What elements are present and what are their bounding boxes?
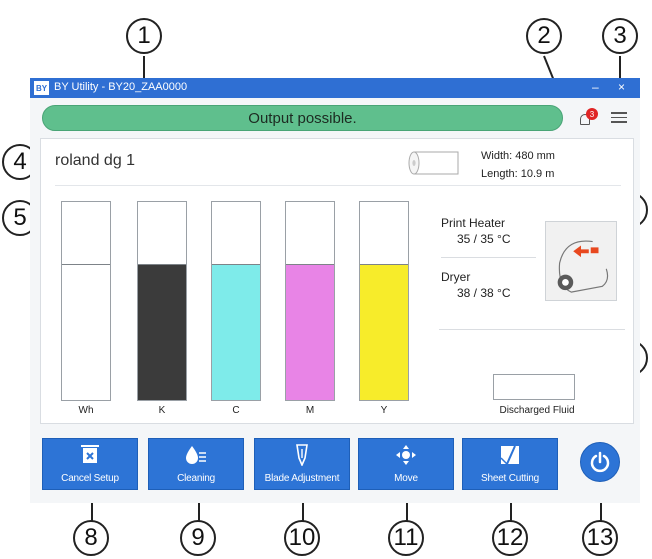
media-length: Length: 10.9 m xyxy=(481,168,555,180)
callout-13: 13 xyxy=(582,520,618,556)
sheet-cutting-icon xyxy=(463,444,557,466)
ink-level-fill xyxy=(360,264,408,400)
media-width: Width: 480 mm xyxy=(481,150,555,162)
dryer: Dryer 38 / 38 °C xyxy=(441,269,511,301)
button-label: Cleaning xyxy=(177,473,215,484)
ink-label: C xyxy=(232,405,240,416)
callout-3: 3 xyxy=(602,18,638,54)
ink-tank-c xyxy=(211,201,261,401)
heater-divider xyxy=(441,257,536,258)
button-label: Move xyxy=(394,473,418,484)
callout-11: 11 xyxy=(388,520,424,556)
notifications-button[interactable]: 3 xyxy=(575,108,598,130)
ink-tank-y xyxy=(359,201,409,401)
hamburger-menu-icon[interactable] xyxy=(611,112,627,124)
ink-label: M xyxy=(305,405,315,416)
discharged-fluid-label: Discharged Fluid xyxy=(499,405,575,416)
ink-level-fill xyxy=(62,264,110,400)
ink-tank-k xyxy=(137,201,187,401)
power-icon xyxy=(590,451,610,473)
ink-tank-m xyxy=(285,201,335,401)
discharged-fluid-gauge xyxy=(493,374,575,400)
callout-9: 9 xyxy=(180,520,216,556)
ink-label: Wh xyxy=(78,405,94,416)
button-label: Blade Adjustment xyxy=(264,473,340,484)
dryer-label: Dryer xyxy=(441,270,471,284)
button-label: Cancel Setup xyxy=(61,473,119,484)
window-title: BY Utility - BY20_ZAA0000 xyxy=(54,81,188,93)
ink-level-fill xyxy=(286,264,334,400)
divider xyxy=(55,185,621,186)
move-button[interactable]: Move xyxy=(358,438,454,490)
power-button[interactable] xyxy=(580,442,620,482)
ink-label: K xyxy=(158,405,166,416)
callout-12: 12 xyxy=(492,520,528,556)
move-icon xyxy=(359,444,453,466)
print-heater-value: 35 / 35 °C xyxy=(457,232,511,246)
button-label: Sheet Cutting xyxy=(481,473,539,484)
app-window: BY BY Utility - BY20_ZAA0000 – × Output … xyxy=(30,78,640,503)
ink-level-fill xyxy=(212,264,260,400)
ink-label: Y xyxy=(380,405,388,416)
cancel-setup-icon xyxy=(43,444,137,466)
cancel-setup-button[interactable]: Cancel Setup xyxy=(42,438,138,490)
minimize-button[interactable]: – xyxy=(592,80,599,94)
divider-right xyxy=(439,329,625,330)
close-button[interactable]: × xyxy=(618,80,625,94)
callout-8: 8 xyxy=(73,520,109,556)
notification-count-badge: 3 xyxy=(586,108,598,120)
callout-2: 2 xyxy=(526,18,562,54)
status-message: Output possible. xyxy=(248,109,357,127)
blade-adjustment-button[interactable]: Blade Adjustment xyxy=(254,438,350,490)
app-logo: BY xyxy=(34,81,49,95)
printing-status-icon xyxy=(545,221,617,301)
blade-adjustment-icon xyxy=(255,444,349,466)
media-roll-icon xyxy=(408,151,459,175)
title-bar: BY BY Utility - BY20_ZAA0000 – × xyxy=(30,78,640,98)
ink-tank-wh xyxy=(61,201,111,401)
ink-level-fill xyxy=(138,264,186,400)
media-info: Width: 480 mm Length: 10.9 m xyxy=(481,147,555,183)
printer-name: roland dg 1 xyxy=(55,152,136,169)
dryer-value: 38 / 38 °C xyxy=(457,286,511,300)
callout-1: 1 xyxy=(126,18,162,54)
callout-10: 10 xyxy=(284,520,320,556)
status-bar: Output possible. xyxy=(42,105,563,131)
print-heater: Print Heater 35 / 35 °C xyxy=(441,215,511,247)
cleaning-button[interactable]: Cleaning xyxy=(148,438,244,490)
cleaning-icon xyxy=(149,444,243,466)
printer-panel: roland dg 1 Width: 480 mm Length: 10.9 m… xyxy=(40,138,634,424)
sheet-cutting-button[interactable]: Sheet Cutting xyxy=(462,438,558,490)
print-heater-label: Print Heater xyxy=(441,216,506,230)
